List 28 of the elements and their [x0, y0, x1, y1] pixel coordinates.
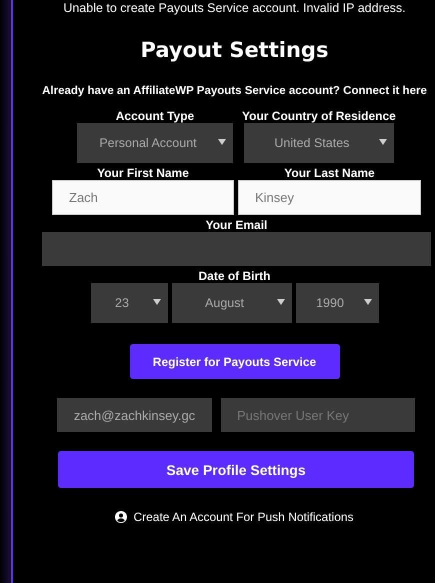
field-label: Date of Birth [198, 269, 270, 283]
email-field[interactable]: zach@zachkinsey.gc [57, 398, 212, 432]
last-name-field[interactable]: Kinsey [238, 180, 421, 215]
account-type-select[interactable]: Personal Account [77, 123, 233, 163]
day-select[interactable]: 23 [90, 283, 168, 323]
caret-icon [276, 299, 284, 305]
create-account-link[interactable]: Create An Account For Push Notifications [133, 510, 354, 524]
pushover-key-field[interactable]: Pushover User Key [221, 398, 415, 432]
page-title: Payout Settings [140, 38, 330, 62]
error-message: Unable to create Payouts Service account. Invalid IP address. [62, 1, 407, 16]
caret-icon [218, 139, 226, 145]
field-label: Your Last Name [284, 166, 375, 180]
field-label: Account Type [116, 109, 194, 123]
month-select[interactable]: August [172, 283, 292, 323]
register-button[interactable]: Register for Payouts Service [130, 344, 340, 379]
caret-icon [364, 299, 372, 305]
field-label: Your Country of Residence [242, 109, 396, 123]
year-select[interactable]: 1990 [296, 283, 378, 323]
first-name-field[interactable]: Zach [52, 180, 234, 215]
email-field[interactable] [42, 232, 431, 266]
country-select[interactable]: United States [244, 123, 394, 163]
user-icon [115, 511, 128, 523]
caret-icon [152, 299, 160, 305]
save-button[interactable]: Save Profile Settings [58, 451, 414, 488]
caret-icon [378, 139, 387, 145]
field-label: Your Email [206, 218, 268, 232]
connect-prompt: Already have an AffiliateWP Payouts Service account? Connect it here [41, 84, 428, 99]
field-label: Your First Name [97, 166, 189, 180]
